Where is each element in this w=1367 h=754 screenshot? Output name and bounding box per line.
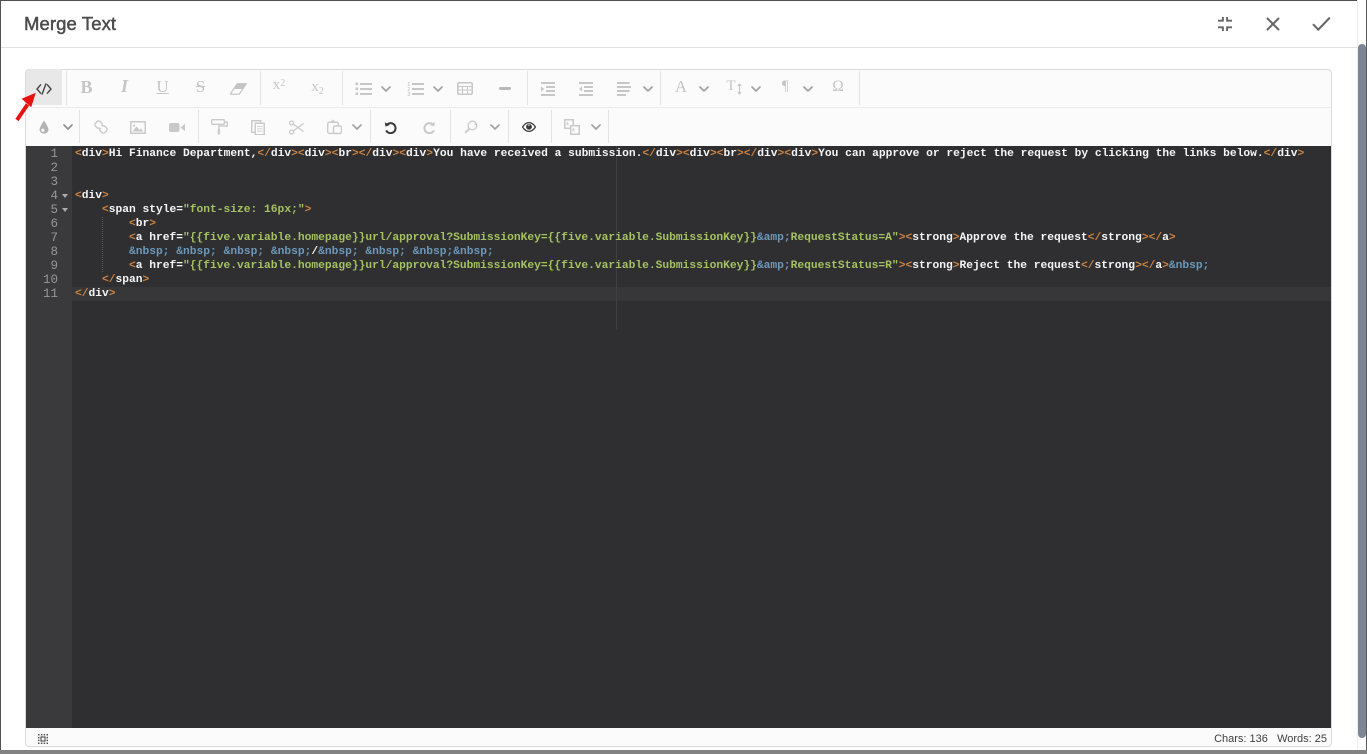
svg-text:3: 3 (407, 92, 410, 97)
